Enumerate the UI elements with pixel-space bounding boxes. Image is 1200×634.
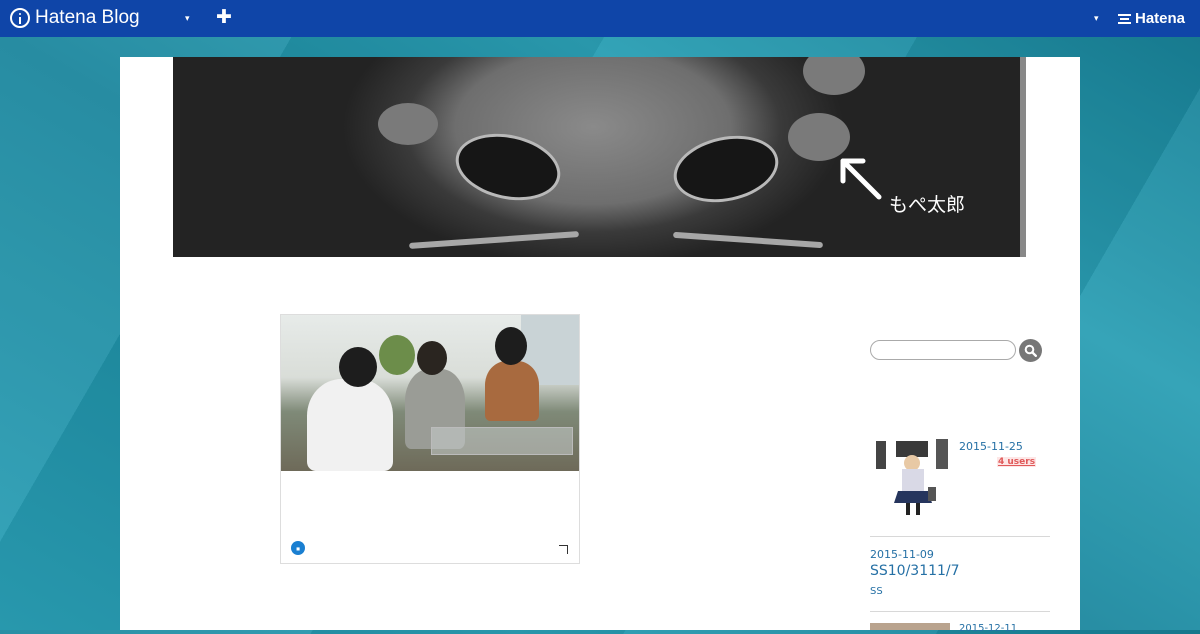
plus-icon[interactable]: ✚ [216, 7, 232, 27]
plush-ear-left [378, 103, 438, 145]
plush-eye-right [667, 126, 785, 212]
photo-plant [379, 335, 415, 375]
chevron-down-icon[interactable]: ▾ [185, 14, 190, 24]
photo-person-right [485, 361, 539, 421]
plush-ear-top [803, 57, 865, 95]
entry-date: 2015-11-09 [870, 548, 934, 561]
hatena-logo[interactable]: Hatena [1118, 10, 1185, 27]
plush-whisker-right [672, 231, 824, 249]
search-input[interactable] [870, 340, 1016, 360]
entry-date: 2015-11-25 [959, 440, 1023, 453]
entry-date: 2015-12-11 [959, 623, 1018, 634]
photo-head-right [495, 327, 527, 365]
entry-divider [870, 536, 1050, 537]
hatena-blog-logo[interactable]: Hatena Blog [10, 6, 140, 30]
embed-card[interactable]: ■ [280, 314, 580, 564]
bookmark-count-badge[interactable]: 4 users [997, 457, 1037, 467]
hatena-brand-icon [1118, 13, 1131, 24]
arrow-up-left-icon [840, 158, 882, 200]
photo-head-center [417, 341, 447, 375]
card-photo [281, 315, 579, 471]
photo-person-left [307, 379, 393, 471]
search-icon [1024, 344, 1037, 357]
header-right-edge [1020, 57, 1026, 257]
blog-header-image[interactable]: もぺ太郎 [173, 57, 1026, 257]
hatena-news-icon: ■ [291, 541, 305, 555]
plush-whisker-left [408, 231, 580, 249]
plush-eye-left [449, 124, 567, 210]
blog-page: もぺ太郎 ■ 2015-11-25 4 users 2015-11-09 SS1… [120, 57, 1080, 634]
header-caption: もぺ太郎 [889, 194, 966, 216]
entry-category-link[interactable]: SS [870, 586, 883, 597]
entry-divider [870, 611, 1050, 612]
photo-table [431, 427, 573, 455]
global-header: Hatena Blog ▾ ✚ ▾ Hatena [0, 0, 1200, 37]
hatena-blog-title: Hatena Blog [35, 7, 140, 28]
entry-thumbnail[interactable] [870, 623, 950, 630]
photo-head-left [339, 347, 377, 387]
entry-thumbnail[interactable] [872, 437, 950, 517]
search-button[interactable] [1019, 339, 1042, 362]
entry-title-link[interactable]: SS10/3111/7 [870, 563, 960, 579]
hatena-label: Hatena [1135, 10, 1186, 27]
external-link-icon[interactable] [559, 545, 568, 554]
account-menu-caret-icon[interactable]: ▾ [1094, 14, 1099, 24]
hatena-blog-icon [10, 8, 30, 28]
